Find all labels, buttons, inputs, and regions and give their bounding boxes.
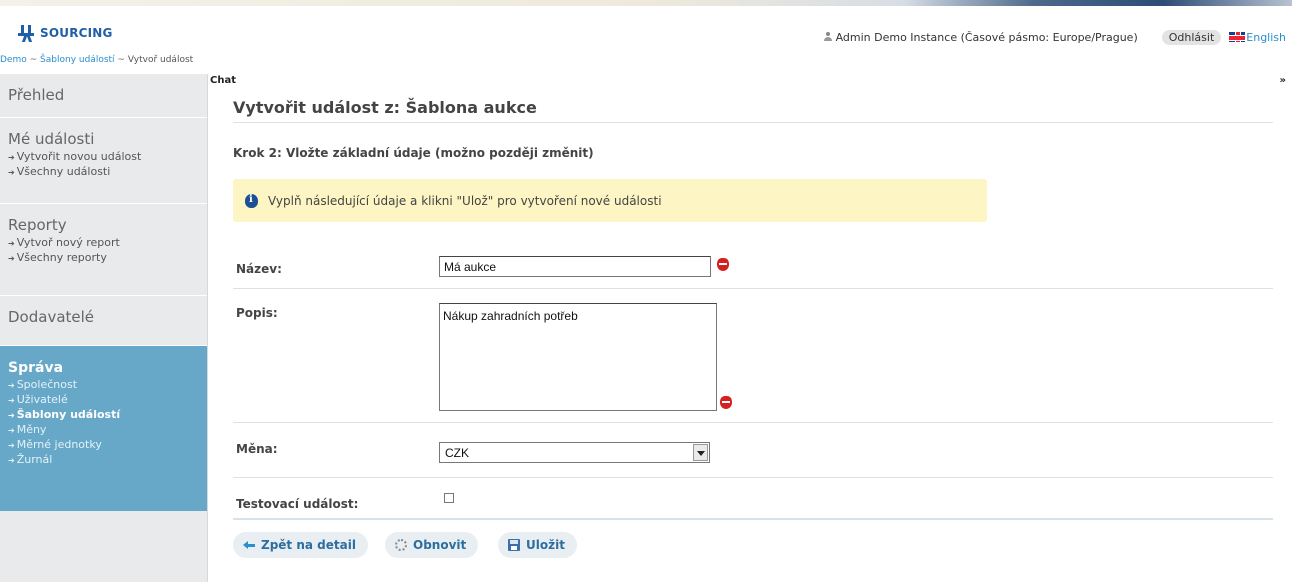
breadcrumb-link-templates[interactable]: Šablony událostí bbox=[40, 55, 115, 65]
required-icon bbox=[717, 258, 729, 271]
divider bbox=[233, 422, 1273, 423]
header-decoration bbox=[0, 0, 1292, 6]
chevron-down-icon[interactable] bbox=[693, 444, 708, 461]
sidebar-item-company[interactable]: ➔ Společnost bbox=[8, 378, 199, 391]
sidebar-item-suppliers[interactable]: Dodavatelé bbox=[8, 308, 199, 326]
user-icon bbox=[823, 32, 833, 42]
uk-flag-icon bbox=[1229, 32, 1246, 42]
info-box: Vyplň následující údaje a klikni "Ulož" … bbox=[233, 179, 987, 222]
divider bbox=[233, 122, 1273, 123]
breadcrumb-separator: ~ bbox=[29, 55, 38, 65]
refresh-button-label: Obnovit bbox=[413, 538, 467, 552]
sidebar-item-create-event[interactable]: ➔ Vytvořit novou událost bbox=[8, 150, 199, 163]
sidebar-item-label: Měny bbox=[16, 423, 47, 436]
sidebar-item-label: Šablony událostí bbox=[16, 408, 121, 421]
info-text: Vyplň následující údaje a klikni "Ulož" … bbox=[268, 193, 662, 208]
refresh-icon bbox=[395, 539, 407, 551]
step-title: Krok 2: Vložte základní údaje (možno poz… bbox=[233, 146, 594, 160]
refresh-button[interactable]: Obnovit bbox=[385, 532, 479, 558]
arrow-right-icon: ➔ bbox=[8, 239, 15, 248]
currency-label: Měna: bbox=[236, 442, 278, 456]
sidebar-item-label: Vytvoř nový report bbox=[16, 236, 120, 249]
info-shield-icon bbox=[245, 193, 258, 208]
sidebar-item-currencies[interactable]: ➔ Měny bbox=[8, 423, 199, 436]
currency-select[interactable]: CZK bbox=[439, 442, 710, 463]
sidebar-section-reports: Reporty ➔ Vytvoř nový report ➔ Všechny rep… bbox=[0, 204, 207, 296]
sidebar-item-all-events[interactable]: ➔ Všechny události bbox=[8, 165, 199, 178]
back-button-label: Zpět na detail bbox=[261, 538, 356, 552]
arrow-right-icon: ➔ bbox=[8, 456, 15, 465]
sidebar-item-label: Společnost bbox=[16, 378, 78, 391]
logo[interactable]: SOURCING bbox=[18, 22, 113, 44]
sidebar: Přehled Mé události ➔ Vytvořit novou udál… bbox=[0, 74, 208, 582]
sidebar-section-overview: Přehled bbox=[0, 74, 207, 118]
user-area: Admin Demo Instance (Časové pásmo: Europ… bbox=[823, 28, 1292, 46]
back-to-detail-button[interactable]: Zpět na detail bbox=[233, 532, 368, 558]
description-textarea[interactable]: Nákup zahradních potřeb bbox=[439, 303, 717, 411]
arrow-right-icon: ➔ bbox=[8, 153, 15, 162]
divider bbox=[233, 288, 1273, 289]
sidebar-section-admin: Správa ➔ Společnost ➔ Uživatelé ➔ Šablony u… bbox=[0, 346, 207, 511]
sidebar-item-units[interactable]: ➔ Měrné jednotky bbox=[8, 438, 199, 451]
breadcrumb-link-demo[interactable]: Demo bbox=[0, 55, 27, 65]
name-input[interactable] bbox=[439, 256, 711, 277]
sidebar-section-my-events: Mé události ➔ Vytvořit novou událost ➔ Vše… bbox=[0, 118, 207, 204]
save-disk-icon bbox=[508, 539, 520, 551]
sidebar-title-my-events[interactable]: Mé události bbox=[8, 130, 199, 148]
sidebar-item-journal[interactable]: ➔ Žurnál bbox=[8, 453, 199, 466]
arrow-right-icon: ➔ bbox=[8, 411, 15, 420]
currency-selected-value: CZK bbox=[445, 446, 469, 460]
arrow-right-icon: ➔ bbox=[8, 426, 15, 435]
logo-text: SOURCING bbox=[40, 26, 113, 40]
breadcrumb-current: Vytvoř událost bbox=[127, 55, 194, 65]
arrow-right-icon: ➔ bbox=[8, 254, 15, 263]
description-label: Popis: bbox=[236, 306, 278, 320]
sidebar-item-users[interactable]: ➔ Uživatelé bbox=[8, 393, 199, 406]
header-bar: SOURCING Admin Demo Instance (Časové pás… bbox=[0, 0, 1292, 52]
name-label: Název: bbox=[236, 262, 282, 276]
sidebar-title-admin[interactable]: Správa bbox=[8, 360, 199, 376]
logout-button[interactable]: Odhlásit bbox=[1161, 29, 1222, 45]
language-label: English bbox=[1246, 30, 1286, 44]
sidebar-item-overview[interactable]: Přehled bbox=[8, 86, 199, 104]
sidebar-item-label: Měrné jednotky bbox=[16, 438, 102, 451]
sidebar-section-suppliers: Dodavatelé bbox=[0, 296, 207, 346]
sidebar-item-label: Uživatelé bbox=[16, 393, 68, 406]
user-info-label: Admin Demo Instance (Časové pásmo: Europ… bbox=[835, 30, 1138, 44]
test-event-checkbox[interactable] bbox=[444, 493, 454, 503]
arrow-right-icon: ➔ bbox=[8, 396, 15, 405]
logo-mark-icon bbox=[18, 23, 38, 43]
user-info[interactable]: Admin Demo Instance (Časové pásmo: Europ… bbox=[823, 31, 1138, 44]
page-title: Vytvořit událost z: Šablona aukce bbox=[233, 98, 537, 117]
sidebar-item-label: Všechny události bbox=[16, 165, 111, 178]
sidebar-item-label: Žurnál bbox=[16, 453, 53, 466]
chat-toggle-button[interactable]: » bbox=[1280, 75, 1286, 86]
sidebar-item-label: Všechny reporty bbox=[16, 251, 107, 264]
divider bbox=[233, 477, 1273, 478]
sidebar-item-all-reports[interactable]: ➔ Všechny reporty bbox=[8, 251, 199, 264]
language-switch[interactable]: English bbox=[1229, 31, 1286, 44]
arrow-right-icon: ➔ bbox=[8, 168, 15, 177]
save-button[interactable]: Uložit bbox=[498, 532, 577, 558]
breadcrumb: Demo ~ Šablony událostí ~ Vytvoř událost bbox=[0, 55, 193, 65]
save-button-label: Uložit bbox=[526, 538, 565, 552]
sidebar-item-label: Vytvořit novou událost bbox=[16, 150, 142, 163]
back-arrow-icon bbox=[243, 540, 255, 550]
arrow-right-icon: ➔ bbox=[8, 441, 15, 450]
sidebar-item-create-report[interactable]: ➔ Vytvoř nový report bbox=[8, 236, 199, 249]
sidebar-title-reports[interactable]: Reporty bbox=[8, 216, 199, 234]
breadcrumb-separator: ~ bbox=[117, 55, 125, 65]
form-bottom-divider bbox=[233, 518, 1273, 520]
required-icon bbox=[720, 396, 732, 409]
test-event-label: Testovací událost: bbox=[236, 497, 359, 511]
chat-label[interactable]: Chat bbox=[210, 75, 236, 86]
sidebar-item-event-templates[interactable]: ➔ Šablony událostí bbox=[8, 408, 199, 421]
arrow-right-icon: ➔ bbox=[8, 381, 15, 390]
